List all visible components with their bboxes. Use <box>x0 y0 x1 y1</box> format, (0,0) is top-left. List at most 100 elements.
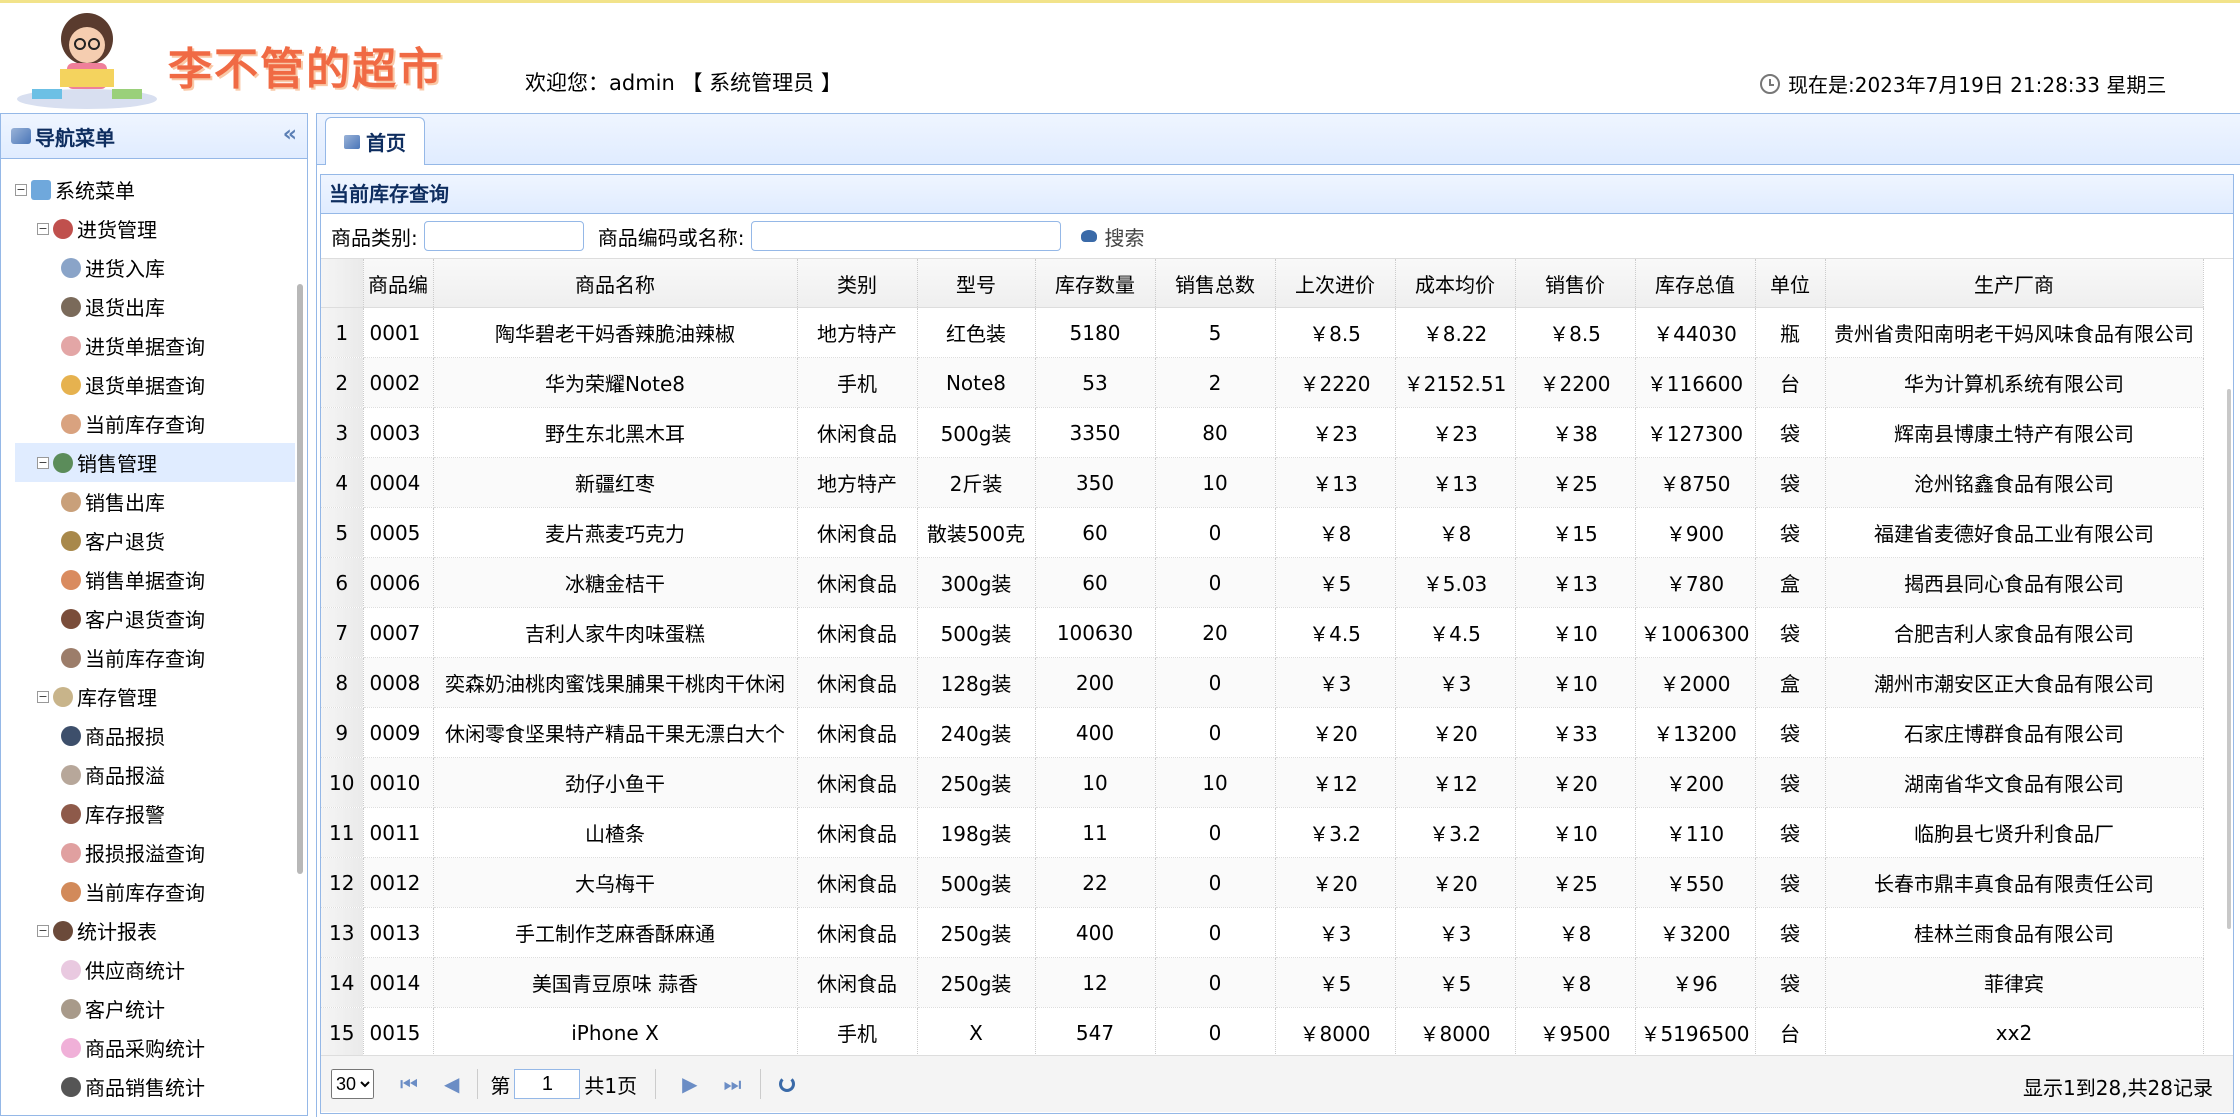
prev-page-icon[interactable]: ◀ <box>444 1072 459 1096</box>
row-number-cell: 14 <box>321 957 364 1008</box>
sidebar-item-purchase-in[interactable]: 进货入库 <box>15 248 295 287</box>
search-button[interactable]: 搜索 <box>1080 222 1145 251</box>
column-header[interactable]: 库存总值 <box>1635 259 1756 308</box>
column-header[interactable]: 商品编 <box>363 259 434 308</box>
table-row[interactable]: 10 0010 劲仔小鱼干 休闲食品 250g装 10 10 ￥12 ￥12 ￥20 ￥200 袋湖南… <box>321 757 2204 808</box>
sidebar-item-return-query[interactable]: 退货单据查询 <box>15 365 295 404</box>
expand-toggle-icon[interactable]: − <box>37 690 49 703</box>
table-row[interactable]: 14 0014 美国青豆原味 蒜香 休闲食品 250g装 12 0 ￥5 ￥5 ￥8 ￥96 袋菲律宾 <box>321 957 2204 1008</box>
table-cell: 400 <box>1035 707 1156 758</box>
column-header[interactable]: 库存数量 <box>1035 259 1156 308</box>
refresh-icon[interactable] <box>778 1076 795 1092</box>
next-page-icon[interactable]: ▶ <box>682 1072 697 1096</box>
page-total: 共1页 <box>584 1073 638 1098</box>
row-number-cell: 7 <box>321 607 364 658</box>
column-header[interactable]: 成本均价 <box>1395 259 1516 308</box>
row-number-cell: 15 <box>321 1007 364 1055</box>
sidebar-item-customer-stats[interactable]: 客户统计 <box>15 989 295 1028</box>
person-icon <box>61 608 81 629</box>
table-row[interactable]: 1 0001 陶华碧老干妈香辣脆油辣椒 地方特产 红色装 5180 5 ￥8.5 ￥8.22 ￥8… <box>321 307 2204 358</box>
sidebar-item-purchase-return[interactable]: 退货出库 <box>15 287 295 326</box>
table-cell: 100630 <box>1035 607 1156 658</box>
sidebar-item-stock-query-2[interactable]: 当前库存查询 <box>15 638 295 677</box>
table-cell: 瓶 <box>1755 307 1826 358</box>
sidebar-item-customer-return[interactable]: 客户退货 <box>15 521 295 560</box>
column-header[interactable]: 类别 <box>797 259 918 308</box>
sidebar-item-purchase-stats[interactable]: 商品采购统计 <box>15 1028 295 1067</box>
table-row[interactable]: 5 0005 麦片燕麦巧克力 休闲食品 散装500克 60 0 ￥8 ￥8 ￥15 ￥900 袋福建省… <box>321 507 2204 558</box>
sidebar-item-label: 商品采购统计 <box>85 1037 205 1061</box>
table-row[interactable]: 13 0013 手工制作芝麻香酥麻通 休闲食品 250g装 400 0 ￥3 ￥3 ￥8 ￥3200… <box>321 907 2204 958</box>
stock-table: 商品编 商品名称 类别 型号 库存数量 销售总数 上次进价 成本均价 销售价 库… <box>321 259 2204 1055</box>
table-row[interactable]: 2 0002 华为荣耀Note8 手机 Note8 53 2 ￥2220 ￥2152.51 ￥22… <box>321 357 2204 408</box>
column-header[interactable]: 型号 <box>917 259 1036 308</box>
code-label: 商品编码或名称: <box>597 225 745 250</box>
tree-group-purchase[interactable]: − 进货管理 <box>15 209 295 248</box>
table-cell: 10 <box>1155 757 1276 808</box>
sidebar-item-customer-return-query[interactable]: 客户退货查询 <box>15 599 295 638</box>
sidebar-item-sales-out[interactable]: 销售出库 <box>15 482 295 521</box>
store-name: 李不管的超市 <box>168 44 444 95</box>
table-cell: 0 <box>1155 507 1276 558</box>
expand-toggle-icon[interactable]: − <box>15 183 27 196</box>
sidebar-item-damage[interactable]: 商品报损 <box>15 716 295 755</box>
sidebar-item-stock-query-3[interactable]: 当前库存查询 <box>15 872 295 911</box>
sidebar-item-overflow[interactable]: 商品报溢 <box>15 755 295 794</box>
first-page-icon[interactable]: ⏮ <box>400 1072 418 1096</box>
table-cell: 0013 <box>363 907 434 958</box>
last-page-icon[interactable]: ⏭ <box>724 1072 742 1096</box>
sidebar-item-stock-alarm[interactable]: 库存报警 <box>15 794 295 833</box>
expand-toggle-icon[interactable]: − <box>37 222 49 235</box>
table-row[interactable]: 11 0011 山楂条 休闲食品 198g装 11 0 ￥3.2 ￥3.2 ￥10 ￥110 袋临朐县… <box>321 807 2204 858</box>
tab-home[interactable]: 首页 <box>325 117 425 165</box>
table-row[interactable]: 7 0007 吉利人家牛肉味蛋糕 休闲食品 500g装 100630 20 ￥4.5 ￥4.5 ￥… <box>321 607 2204 658</box>
table-row[interactable]: 4 0004 新疆红枣 地方特产 2斤装 350 10 ￥13 ￥13 ￥25 ￥8750 袋沧州铭鑫… <box>321 457 2204 508</box>
table-row[interactable]: 15 0015 iPhone X 手机 X 547 0 ￥8000 ￥8000 ￥9500 ￥519… <box>321 1007 2204 1055</box>
row-number-cell: 9 <box>321 707 364 758</box>
page-number-input[interactable] <box>514 1069 581 1099</box>
sidebar-item-sales-query[interactable]: 销售单据查询 <box>15 560 295 599</box>
code-or-name-input[interactable] <box>750 221 1061 251</box>
column-header[interactable]: 销售总数 <box>1155 259 1276 308</box>
sidebar-scrollbar[interactable] <box>297 284 303 874</box>
column-header[interactable]: 单位 <box>1755 259 1826 308</box>
table-cell: 0009 <box>363 707 434 758</box>
table-cell: ￥5196500 <box>1635 1007 1756 1055</box>
table-cell: 0 <box>1155 1007 1276 1055</box>
tree-root[interactable]: − 系统菜单 <box>15 170 295 209</box>
grid-scrollbar[interactable] <box>2227 389 2231 929</box>
person-icon <box>53 686 73 707</box>
sidebar-item-damage-query[interactable]: 报损报溢查询 <box>15 833 295 872</box>
tree-group-sales[interactable]: − 销售管理 <box>15 443 295 482</box>
table-cell: ￥3 <box>1275 907 1396 958</box>
table-row[interactable]: 12 0012 大乌梅干 休闲食品 500g装 22 0 ￥20 ￥20 ￥25 ￥550 袋长春市鼎… <box>321 857 2204 908</box>
table-cell: 10 <box>1035 757 1156 808</box>
sidebar-item-stock-query[interactable]: 当前库存查询 <box>15 404 295 443</box>
column-header[interactable]: 商品名称 <box>433 259 798 308</box>
sidebar-item-sales-stats[interactable]: 商品销售统计 <box>15 1067 295 1106</box>
tree-group-reports[interactable]: − 统计报表 <box>15 911 295 950</box>
expand-toggle-icon[interactable]: − <box>37 456 49 469</box>
table-cell: ￥8000 <box>1275 1007 1396 1055</box>
table-cell: 500g装 <box>917 857 1036 908</box>
pager-divider <box>655 1069 657 1099</box>
table-cell: 手机 <box>797 1007 918 1055</box>
expand-toggle-icon[interactable]: − <box>37 924 49 937</box>
row-number-cell: 4 <box>321 457 364 508</box>
table-row[interactable]: 9 0009 休闲零食坚果特产精品干果无漂白大个 休闲食品 240g装 400 0 ￥20 ￥2… <box>321 707 2204 758</box>
table-row[interactable]: 6 0006 冰糖金桔干 休闲食品 300g装 60 0 ￥5 ￥5.03 ￥13 ￥780 盒揭西县… <box>321 557 2204 608</box>
tree-group-inventory[interactable]: − 库存管理 <box>15 677 295 716</box>
table-cell: 250g装 <box>917 957 1036 1008</box>
table-cell: 0014 <box>363 957 434 1008</box>
category-input[interactable] <box>423 221 584 251</box>
table-row[interactable]: 3 0003 野生东北黑木耳 休闲食品 500g装 3350 80 ￥23 ￥23 ￥38 ￥127… <box>321 407 2204 458</box>
collapse-sidebar-icon[interactable]: « <box>283 122 297 147</box>
column-header[interactable]: 销售价 <box>1515 259 1636 308</box>
sidebar-item-label: 库存报警 <box>85 803 165 827</box>
page-size-select[interactable]: 30 <box>331 1069 374 1099</box>
column-header[interactable]: 上次进价 <box>1275 259 1396 308</box>
column-header[interactable]: 生产厂商 <box>1825 259 2204 308</box>
sidebar-item-supplier-stats[interactable]: 供应商统计 <box>15 950 295 989</box>
sidebar-item-purchase-query[interactable]: 进货单据查询 <box>15 326 295 365</box>
table-row[interactable]: 8 0008 奕森奶油桃肉蜜饯果脯果干桃肉干休闲 休闲食品 128g装 200 0 ￥3 ￥3 ￥… <box>321 657 2204 708</box>
